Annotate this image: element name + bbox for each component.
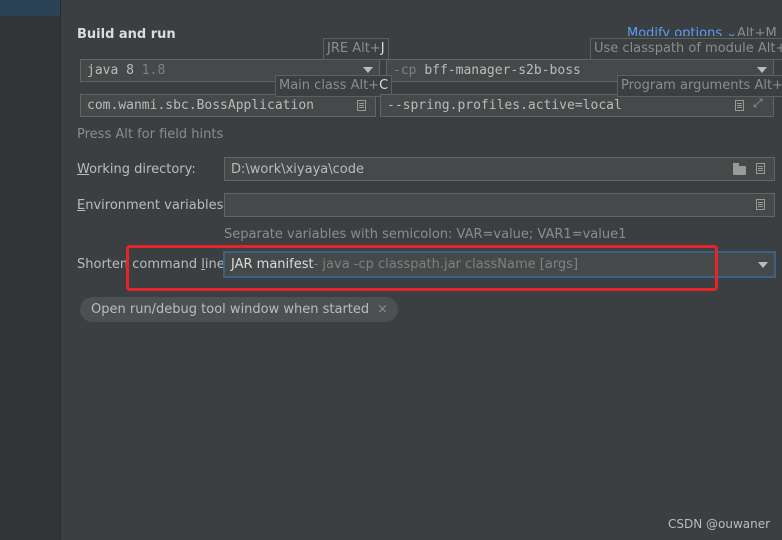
working-directory-value: D:\work\xiyaya\code bbox=[231, 161, 364, 177]
field-hints-text: Press Alt for field hints bbox=[77, 127, 224, 142]
selected-config-tab bbox=[0, 0, 60, 16]
divider bbox=[60, 0, 61, 540]
jre-version: 1.8 bbox=[141, 63, 166, 78]
program-arguments-field[interactable]: --spring.profiles.active=local bbox=[380, 94, 774, 117]
environment-variables-label: Environment variables: bbox=[77, 198, 228, 213]
main-class-field-hint: Main class Alt+C bbox=[275, 75, 393, 97]
shorten-dropdown-arrow-icon[interactable] bbox=[758, 262, 768, 268]
jre-value: java 8 bbox=[87, 63, 134, 78]
classpath-prefix: -cp bbox=[393, 63, 417, 78]
program-arguments-value: --spring.profiles.active=local bbox=[387, 98, 622, 113]
chevron-down-icon: ⌄ bbox=[726, 26, 738, 36]
close-icon[interactable]: × bbox=[377, 302, 388, 317]
environment-variables-field[interactable] bbox=[224, 193, 775, 217]
working-directory-doc-icon[interactable] bbox=[756, 163, 765, 174]
jre-field-hint: JRE Alt+J bbox=[323, 38, 389, 60]
environment-variables-help: Separate variables with semicolon: VAR=v… bbox=[224, 227, 627, 242]
folder-icon[interactable] bbox=[733, 163, 746, 175]
modify-options-shortcut: Alt+M bbox=[737, 26, 777, 36]
classpath-dropdown-arrow-icon[interactable] bbox=[757, 67, 767, 73]
highlight-annotation bbox=[126, 245, 718, 291]
program-arguments-field-hint: Program arguments Alt+R bbox=[617, 75, 782, 97]
main-class-field[interactable]: com.wanmi.sbc.BossApplication bbox=[80, 94, 376, 117]
modify-options-link[interactable]: Modify options ⌄ bbox=[627, 26, 737, 36]
program-arguments-doc-icon[interactable] bbox=[735, 100, 744, 111]
environment-variables-doc-icon[interactable] bbox=[756, 199, 765, 210]
jre-dropdown-arrow-icon[interactable] bbox=[363, 67, 373, 73]
modify-options-label: Modify options bbox=[627, 26, 723, 36]
watermark: CSDN @ouwaner bbox=[668, 517, 771, 531]
section-title: Build and run bbox=[77, 27, 176, 42]
working-directory-label: Working directory: bbox=[77, 162, 196, 177]
working-directory-field[interactable]: D:\work\xiyaya\code bbox=[224, 157, 775, 181]
classpath-module-value: bff-manager-s2b-boss bbox=[424, 63, 581, 78]
classpath-field-hint: Use classpath of module Alt+O bbox=[590, 38, 782, 60]
chip-label: Open run/debug tool window when started bbox=[91, 302, 370, 317]
open-tool-window-chip[interactable]: Open run/debug tool window when started … bbox=[80, 297, 399, 322]
expand-icon[interactable]: ⤢ bbox=[753, 96, 763, 111]
main-class-value: com.wanmi.sbc.BossApplication bbox=[87, 98, 314, 113]
left-tool-strip bbox=[0, 0, 60, 540]
browse-class-icon[interactable] bbox=[357, 100, 366, 111]
